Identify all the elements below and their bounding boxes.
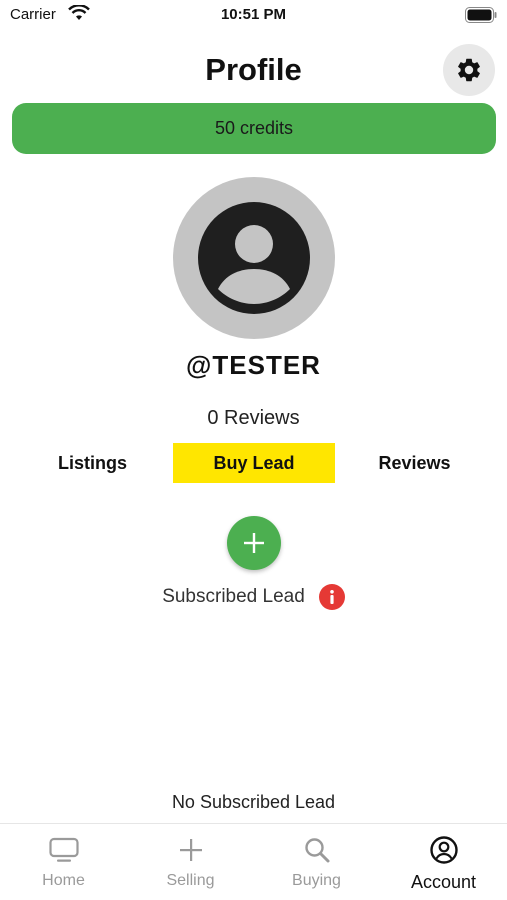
tv-icon xyxy=(48,837,79,862)
status-bar: Carrier 10:51 PM xyxy=(0,0,507,32)
tabbar-home[interactable]: Home xyxy=(0,834,127,894)
tabbar-account[interactable]: Account xyxy=(380,834,507,894)
clock: 10:51 PM xyxy=(220,6,287,23)
tabbar-selling-label: Selling xyxy=(166,872,215,889)
username: @TESTER xyxy=(186,350,321,380)
subscribed-lead-label: Subscribed Lead xyxy=(162,586,305,607)
subscribed-lead-row: Subscribed Lead xyxy=(0,583,507,611)
battery-icon xyxy=(465,7,497,23)
credits-button[interactable]: 50 credits xyxy=(12,103,496,154)
avatar[interactable] xyxy=(173,177,335,339)
tabbar-home-label: Home xyxy=(42,872,85,889)
add-subscribed-lead-button[interactable] xyxy=(227,516,281,570)
tabbar-buying-label: Buying xyxy=(292,872,341,889)
reviews-count: 0 Reviews xyxy=(207,407,300,429)
tab-reviews[interactable]: Reviews xyxy=(342,443,487,483)
account-avatar-icon xyxy=(198,202,310,314)
empty-state-message: No Subscribed Lead xyxy=(171,792,336,812)
tabbar-buying[interactable]: Buying xyxy=(253,834,380,894)
account-circle-icon xyxy=(429,836,458,864)
header: Profile xyxy=(0,42,507,98)
tabbar-account-label: Account xyxy=(410,872,477,892)
profile-tabs: Listings Buy Lead Reviews xyxy=(0,443,507,483)
info-icon[interactable] xyxy=(318,584,345,610)
tabbar-selling[interactable]: Selling xyxy=(127,834,254,894)
plus-icon xyxy=(179,839,202,861)
gear-icon xyxy=(458,58,480,82)
info-glyph xyxy=(329,590,334,604)
tab-buy-lead[interactable]: Buy Lead xyxy=(173,443,335,483)
search-icon xyxy=(304,838,329,863)
page-title: Profile xyxy=(205,52,302,87)
settings-button[interactable] xyxy=(443,44,495,96)
tab-listings[interactable]: Listings xyxy=(20,443,165,483)
bottom-tab-bar: Home Selling Buying Account xyxy=(0,823,507,900)
plus-icon xyxy=(244,533,264,553)
